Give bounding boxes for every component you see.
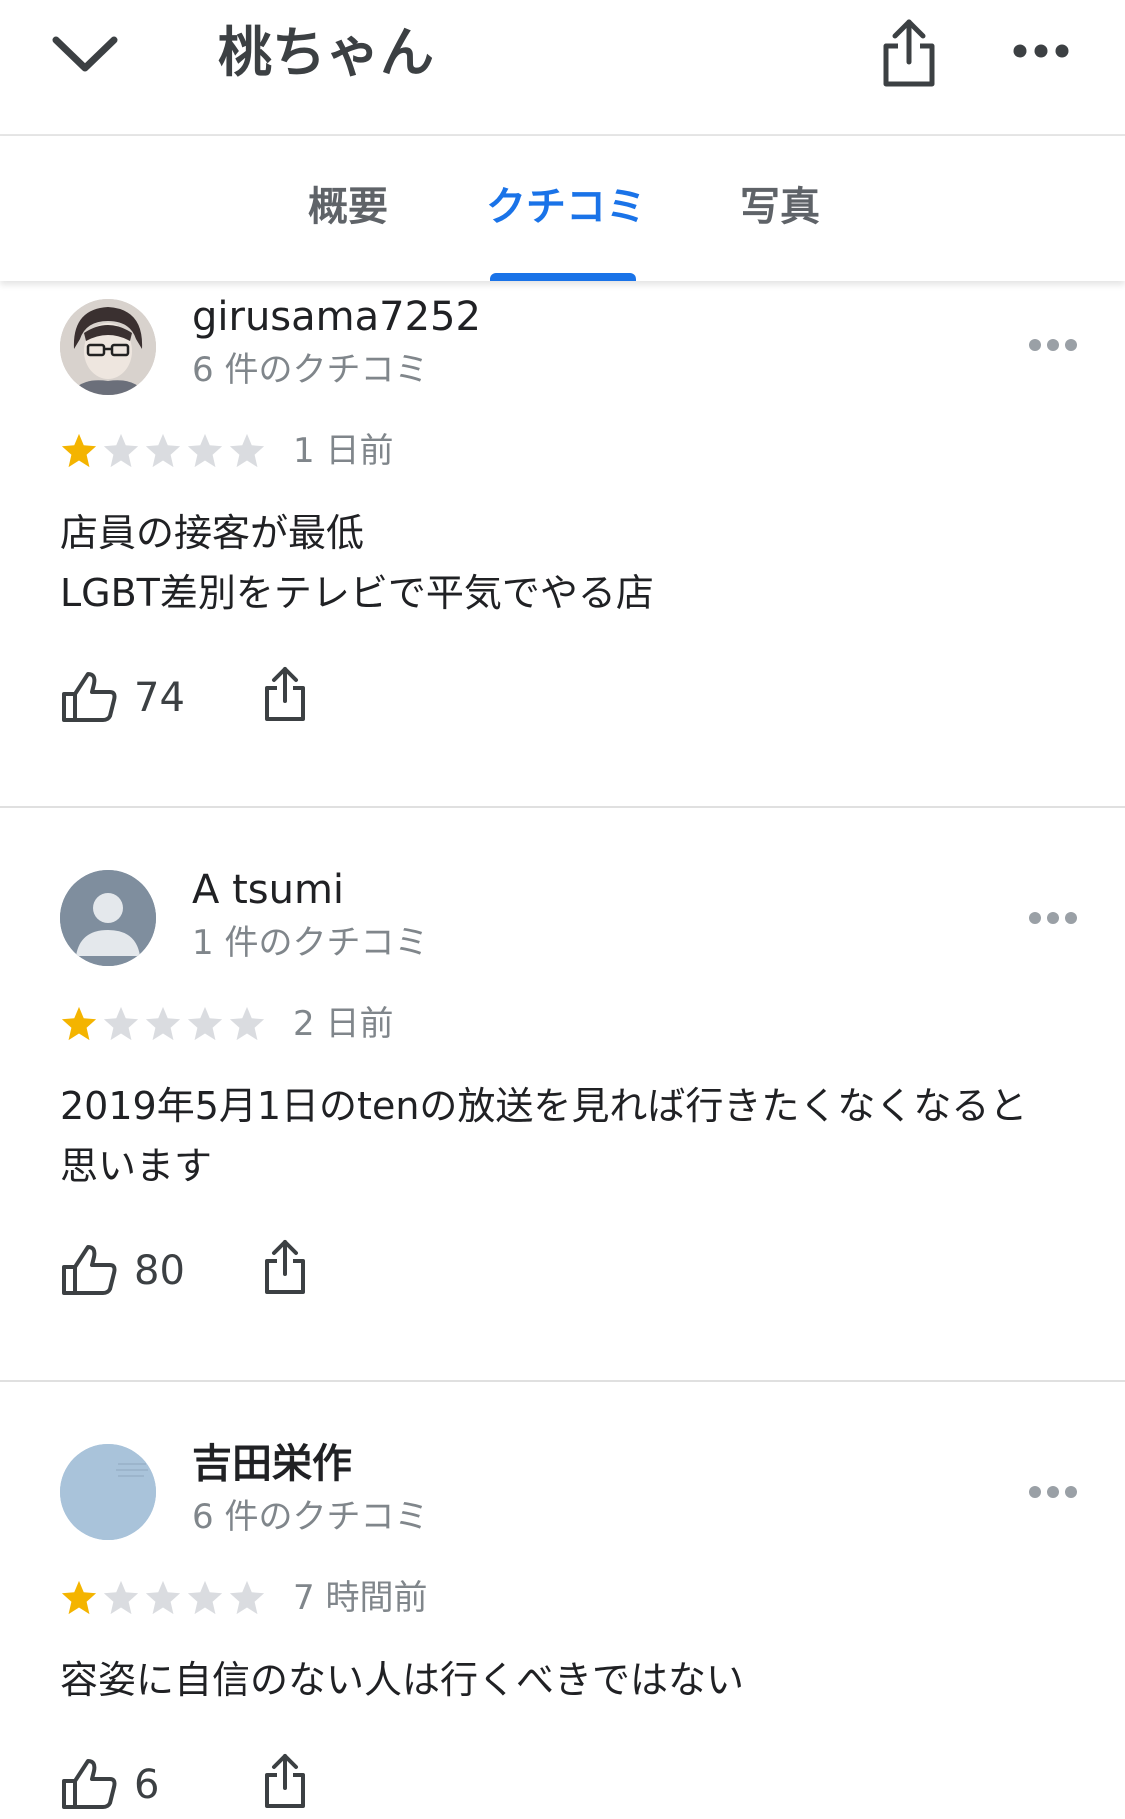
like-count: 80 [134,1248,185,1294]
review-text: 容姿に自信のない人は行くべきではない [60,1658,745,1702]
star-rating [60,1005,266,1045]
avatar-image [60,1444,156,1540]
star-empty-icon [145,1580,181,1615]
star-empty-icon [187,433,223,468]
star-empty-icon [229,1006,265,1041]
default-person-icon [60,870,156,966]
star-empty-icon [103,1580,139,1615]
review-count: 6 件のクチコミ [192,350,429,390]
tab-bar: 概要 クチコミ 写真 [0,136,1125,281]
tab-overview[interactable]: 概要 [308,182,388,232]
review-time: 2 日前 [293,1004,394,1044]
review-time: 1 日前 [293,431,394,471]
like-count: 6 [134,1762,160,1808]
star-empty-icon [229,433,265,468]
share-icon[interactable] [262,665,308,723]
review-count: 1 件のクチコミ [192,923,429,963]
review-card: girusama7252 6 件のクチコミ 1 日前 店員の接客が最低 LGBT… [0,281,1125,806]
chevron-down-icon[interactable] [50,28,120,80]
star-empty-icon [103,433,139,468]
place-title: 桃ちゃん [218,21,434,84]
review-more-icon[interactable] [1028,338,1078,352]
avatar[interactable] [60,1444,156,1540]
star-filled-icon [61,433,97,468]
star-empty-icon [145,1006,181,1041]
review-more-icon[interactable] [1028,1485,1078,1499]
top-app-bar: 桃ちゃん [0,0,1125,136]
star-filled-icon [61,1006,97,1041]
review-author[interactable]: A tsumi [192,866,344,914]
review-time: 7 時間前 [293,1578,428,1618]
star-rating [60,1579,266,1619]
avatar[interactable] [60,299,156,395]
active-tab-indicator [490,273,636,281]
star-empty-icon [187,1580,223,1615]
review-count: 6 件のクチコミ [192,1497,429,1537]
star-rating [60,432,266,472]
tab-reviews[interactable]: クチコミ [486,182,646,232]
star-empty-icon [103,1006,139,1041]
review-card: A tsumi 1 件のクチコミ 2 日前 2019年5月1日のtenの放送を見… [0,808,1125,1380]
tab-photos[interactable]: 写真 [740,182,820,232]
share-icon[interactable] [878,16,940,90]
thumbs-up-icon[interactable] [60,670,118,724]
review-card: 吉田栄作 6 件のクチコミ 7 時間前 容姿に自信のない人は行くべきではない 6 [0,1382,1125,1819]
review-text: 2019年5月1日のtenの放送を見れば行きたくなくなると 思います [60,1084,1028,1188]
star-empty-icon [145,433,181,468]
star-filled-icon [61,1580,97,1615]
more-horizontal-icon[interactable] [1012,38,1070,64]
avatar-image [60,299,156,395]
review-text: 店員の接客が最低 LGBT差別をテレビで平気でやる店 [60,511,654,615]
share-icon[interactable] [262,1752,308,1810]
thumbs-up-icon[interactable] [60,1757,118,1811]
share-icon[interactable] [262,1238,308,1296]
avatar[interactable] [60,870,156,966]
review-author[interactable]: 吉田栄作 [192,1440,352,1488]
thumbs-up-icon[interactable] [60,1243,118,1297]
review-more-icon[interactable] [1028,911,1078,925]
review-author[interactable]: girusama7252 [192,293,481,341]
star-empty-icon [187,1006,223,1041]
like-count: 74 [134,675,185,721]
star-empty-icon [229,1580,265,1615]
